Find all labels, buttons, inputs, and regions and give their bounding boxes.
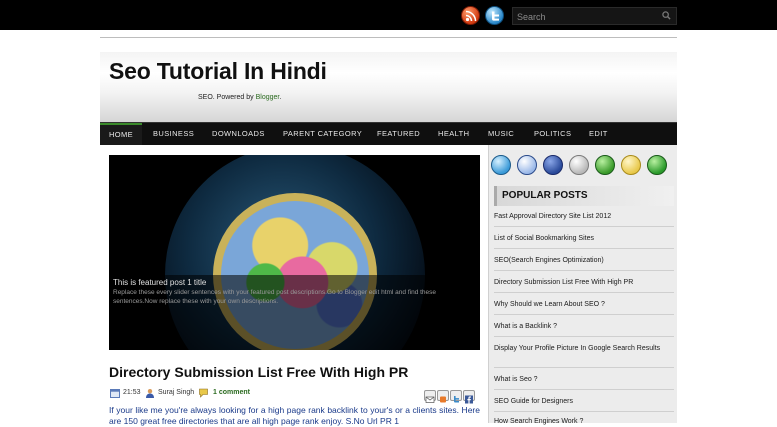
divider (494, 270, 674, 271)
popular-post-item[interactable]: Directory Submission List Free With High… (494, 278, 674, 287)
nav-business[interactable]: BUSINESS (153, 123, 194, 145)
popular-posts-title: POPULAR POSTS (502, 190, 588, 201)
twitter-share-icon (454, 396, 459, 403)
site-header: Seo Tutorial In Hindi SEO. Powered by Bl… (100, 52, 677, 122)
facebook-share-button[interactable] (463, 390, 475, 404)
twitter-icon[interactable] (485, 6, 504, 25)
add-plus-icon[interactable] (647, 155, 667, 175)
blogger-icon (440, 396, 446, 403)
author-icon (146, 389, 154, 398)
nav-politics[interactable]: POLITICS (534, 123, 571, 145)
email-icon (425, 396, 435, 403)
slider-caption: This is featured post 1 title Replace th… (109, 275, 480, 350)
search-icon[interactable] (662, 11, 671, 20)
digg-icon[interactable] (569, 155, 589, 175)
stumbleupon-icon[interactable] (595, 155, 615, 175)
post-comments-link[interactable]: 1 comment (213, 389, 250, 396)
delicious-icon[interactable] (517, 155, 537, 175)
popular-post-item[interactable]: What is a Backlink ? (494, 322, 674, 331)
nav-edit[interactable]: EDIT (589, 123, 608, 145)
nav-parent-category[interactable]: PARENT CATEGORY (283, 123, 362, 145)
nav-home[interactable]: HOME (100, 123, 142, 145)
sidebar-facebook-icon[interactable] (543, 155, 563, 175)
featured-slider[interactable]: This is featured post 1 title Replace th… (109, 155, 480, 350)
popular-post-item[interactable]: SEO(Search Engines Optimization) (494, 256, 674, 265)
twitter-share-button[interactable] (450, 390, 462, 403)
popular-post-item[interactable]: List of Social Bookmarking Sites (494, 234, 674, 243)
popular-post-item[interactable]: What is Seo ? (494, 375, 674, 384)
popular-posts-header: POPULAR POSTS (494, 186, 674, 206)
popular-post-item[interactable]: SEO Guide for Designers (494, 397, 674, 406)
blog-share-button[interactable] (437, 390, 449, 403)
facebook-icon (465, 395, 473, 404)
site-desc-suffix: . (279, 94, 282, 101)
email-share-button[interactable] (424, 390, 436, 403)
nav-downloads[interactable]: DOWNLOADS (212, 123, 265, 145)
divider (494, 226, 674, 227)
popular-post-item[interactable]: Display Your Profile Picture In Google S… (494, 344, 674, 353)
nav-health[interactable]: HEALTH (438, 123, 469, 145)
divider (494, 292, 674, 293)
site-title[interactable]: Seo Tutorial In Hindi (109, 58, 327, 85)
site-desc-prefix: SEO. Powered by (198, 94, 256, 101)
main-nav: HOME BUSINESS DOWNLOADS PARENT CATEGORY … (100, 122, 677, 145)
favorite-star-icon[interactable] (621, 155, 641, 175)
calendar-icon (110, 389, 120, 398)
popular-post-item[interactable]: Why Should we Learn About SEO ? (494, 300, 674, 309)
sidebar-twitter-icon[interactable] (491, 155, 511, 175)
divider (494, 389, 674, 390)
post-author[interactable]: Suraj Singh (158, 389, 194, 396)
divider (494, 314, 674, 315)
search-input[interactable] (517, 9, 657, 24)
divider (494, 248, 674, 249)
nav-music[interactable]: MUSIC (488, 123, 514, 145)
comments-icon (199, 388, 208, 398)
search-box (512, 7, 677, 25)
separator-line (100, 37, 677, 38)
slider-caption-title[interactable]: This is featured post 1 title (113, 278, 206, 287)
blogger-link[interactable]: Blogger (256, 94, 280, 101)
popular-post-item[interactable]: Fast Approval Directory Site List 2012 (494, 212, 674, 221)
top-bar (0, 0, 777, 30)
slider-caption-description: Replace these every slider sentences wit… (113, 289, 437, 305)
site-description: SEO. Powered by Blogger. (198, 94, 281, 101)
divider (494, 411, 674, 412)
post-title[interactable]: Directory Submission List Free With High… (109, 364, 408, 380)
post-excerpt: If your like me you're always looking fo… (109, 405, 480, 426)
divider (494, 336, 674, 337)
nav-featured[interactable]: FEATURED (377, 123, 420, 145)
divider (494, 367, 674, 368)
rss-icon[interactable] (461, 6, 480, 25)
post-time: 21:53 (123, 389, 141, 396)
popular-post-item[interactable]: How Search Engines Work ? (494, 417, 674, 426)
